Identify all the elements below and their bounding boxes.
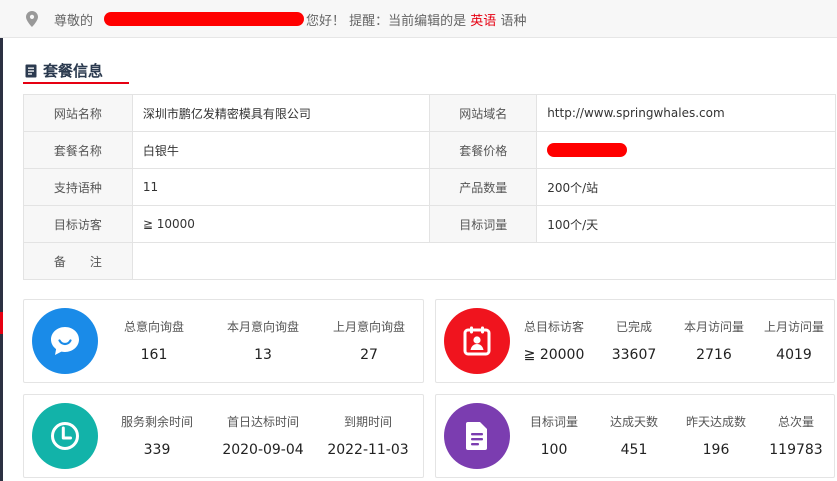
table-row: 备 注 xyxy=(23,242,837,280)
service-time-card: 服务剩余时间 339 首日达标时间 2020-09-04 到期时间 2022-1… xyxy=(23,394,424,478)
edit-language-notice: 您好！ 提醒：当前编辑的是 英语 语种 xyxy=(306,10,526,29)
stat-value: 100 xyxy=(540,442,568,458)
stat-value: 339 xyxy=(143,442,171,458)
stat-label: 本月访问量 xyxy=(683,320,744,334)
stat-value: 27 xyxy=(360,347,378,363)
location-pin-icon xyxy=(26,11,38,27)
languages-value: 11 xyxy=(131,168,431,206)
current-language: 英语 xyxy=(470,14,497,29)
main-content: 套餐信息 网站名称 深圳市鹏亿发精密模具有限公司 网站域名 http://www… xyxy=(3,38,837,481)
inquiry-icon-circle xyxy=(32,308,98,374)
stat-label: 服务剩余时间 xyxy=(120,415,193,429)
domain-value: http://www.springwhales.com xyxy=(536,94,836,132)
section-title-text: 套餐信息 xyxy=(43,62,104,80)
package-name-label: 套餐名称 xyxy=(23,131,133,169)
package-name-value: 白银牛 xyxy=(131,131,431,169)
keyword-stats-card: 目标词量 100 达成天数 451 昨天达成数 196 总次量 119783 xyxy=(435,394,835,478)
stat-label: 昨天达成数 xyxy=(685,415,746,429)
stat-label: 总意向询盘 xyxy=(123,320,184,334)
package-info-table: 网站名称 深圳市鹏亿发精密模具有限公司 网站域名 http://www.spri… xyxy=(23,94,837,280)
calendar-user-icon xyxy=(463,326,491,356)
products-value: 200个/站 xyxy=(536,168,836,206)
note-value xyxy=(131,242,837,280)
package-price-label: 套餐价格 xyxy=(429,131,538,169)
stat-value: 33607 xyxy=(611,347,657,363)
target-keywords-value: 100个/天 xyxy=(536,205,836,243)
chat-bubble-icon xyxy=(51,327,79,355)
greeting-text: 尊敬的 xyxy=(54,14,94,29)
stat-label: 总目标访客 xyxy=(523,320,584,334)
stat-value: 119783 xyxy=(769,442,823,458)
site-name-value: 深圳市鹏亿发精密模具有限公司 xyxy=(131,94,431,132)
target-keywords-label: 目标词量 xyxy=(429,205,538,243)
stat-value: 2716 xyxy=(696,347,732,363)
target-visitors-value: ≧ 10000 xyxy=(131,205,431,243)
stat-value: 13 xyxy=(254,347,272,363)
stat-label: 首日达标时间 xyxy=(226,415,299,429)
stat-label: 上月意向询盘 xyxy=(332,320,405,334)
package-price-value xyxy=(536,131,836,169)
keyword-icon-circle xyxy=(444,403,510,469)
stat-value: 161 xyxy=(140,347,168,363)
service-icon-circle xyxy=(32,403,98,469)
stat-value: 4019 xyxy=(776,347,812,363)
stat-value: 2020-09-04 xyxy=(222,442,304,458)
document-list-icon xyxy=(25,64,37,78)
stat-label: 已完成 xyxy=(615,320,652,334)
redacted-price xyxy=(547,143,628,158)
stat-label: 上月访问量 xyxy=(763,320,824,334)
stat-label: 到期时间 xyxy=(343,415,392,429)
table-row: 网站名称 深圳市鹏亿发精密模具有限公司 网站域名 http://www.spri… xyxy=(23,94,836,132)
stat-label: 目标词量 xyxy=(529,415,578,429)
inquiry-stats-card: 总意向询盘 161 本月意向询盘 13 上月意向询盘 27 xyxy=(23,299,424,383)
table-row: 目标访客 ≧ 10000 目标词量 100个/天 xyxy=(23,205,836,243)
clock-icon xyxy=(51,422,79,450)
visitor-stats-card: 总目标访客 ≧ 20000 已完成 33607 本月访问量 2716 上月访问量… xyxy=(435,299,835,383)
target-visitors-label: 目标访客 xyxy=(23,205,133,243)
notice-prefix: 您好！ 提醒：当前编辑的是 xyxy=(306,14,467,29)
note-label: 备 注 xyxy=(23,242,133,280)
stat-value: 2022-11-03 xyxy=(327,442,409,458)
domain-label: 网站域名 xyxy=(429,94,538,132)
document-icon xyxy=(466,422,487,450)
notice-suffix: 语种 xyxy=(500,14,527,29)
stat-label: 本月意向询盘 xyxy=(226,320,299,334)
stat-value: ≧ 20000 xyxy=(523,347,585,363)
table-row: 套餐名称 白银牛 套餐价格 xyxy=(23,131,836,169)
languages-label: 支持语种 xyxy=(23,168,133,206)
section-title: 套餐信息 xyxy=(25,60,103,82)
visitor-icon-circle xyxy=(444,308,510,374)
stat-value: 196 xyxy=(702,442,730,458)
table-row: 支持语种 11 产品数量 200个/站 xyxy=(23,168,836,206)
site-name-label: 网站名称 xyxy=(23,94,133,132)
top-notice-bar: 尊敬的 您好！ 提醒：当前编辑的是 英语 语种 xyxy=(0,0,837,38)
stat-label: 达成天数 xyxy=(609,415,658,429)
stat-value: 451 xyxy=(620,442,648,458)
redacted-username xyxy=(104,12,304,26)
stat-label: 总次量 xyxy=(777,415,814,429)
section-title-underline xyxy=(23,82,129,84)
products-label: 产品数量 xyxy=(429,168,538,206)
